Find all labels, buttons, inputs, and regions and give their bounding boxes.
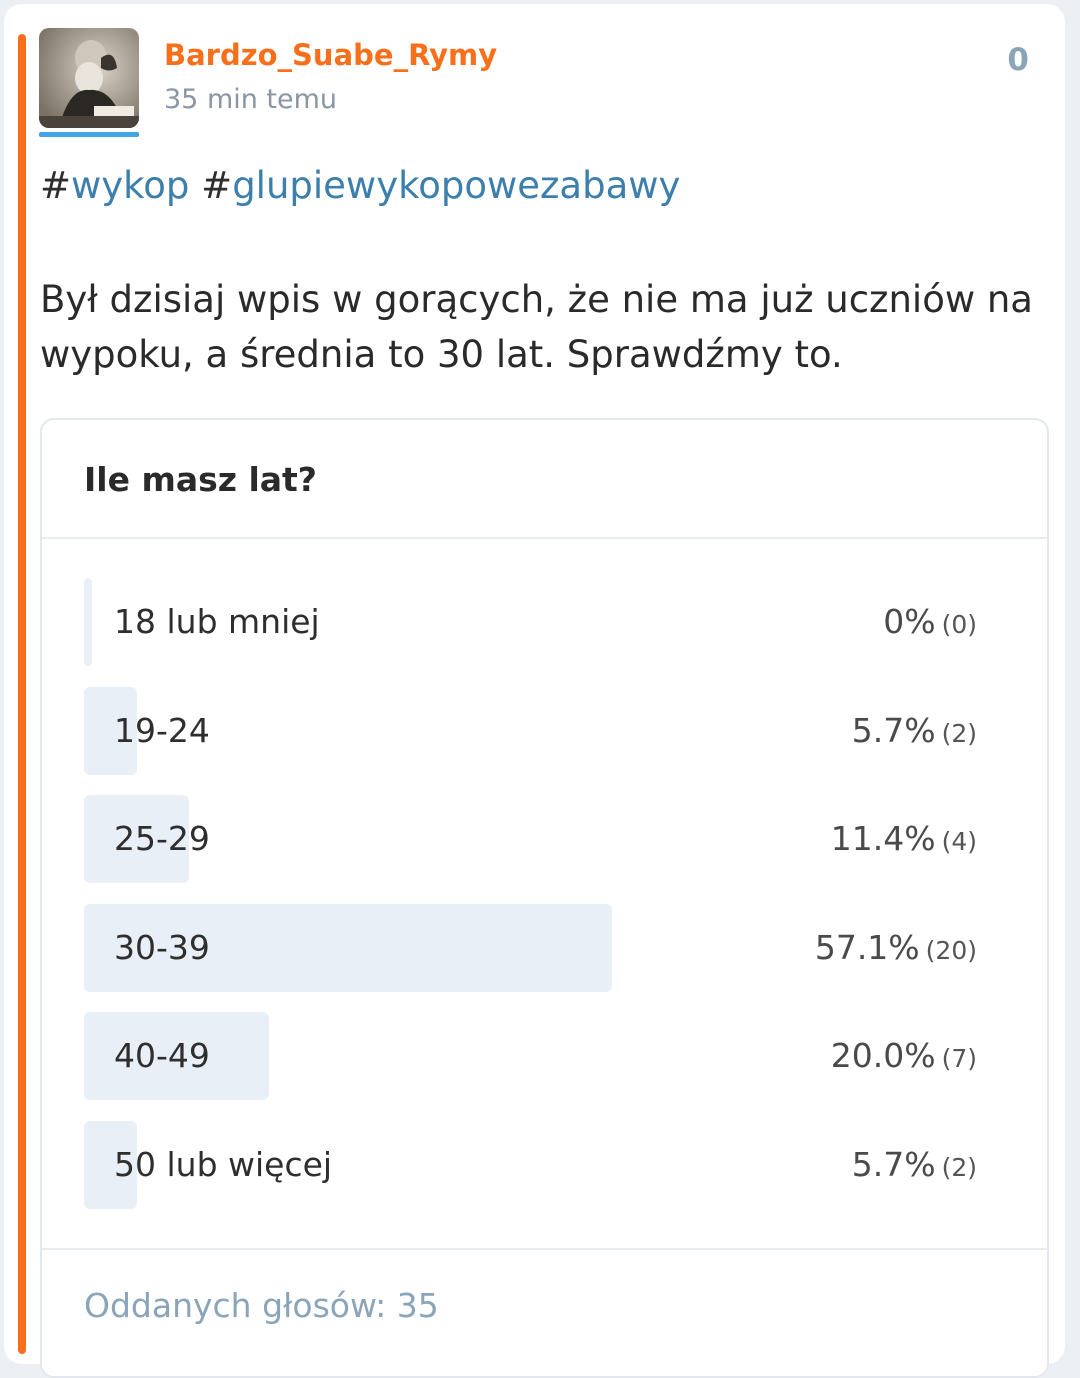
poll-option-count: (20) [925, 935, 977, 965]
poll-option-label: 19-24 [114, 710, 210, 750]
poll-option-label: 18 lub mniej [114, 602, 320, 641]
poll-option-count: (7) [941, 1044, 977, 1073]
poll-option[interactable]: 30-39 57.1% (20) [84, 903, 977, 992]
poll-question: Ile masz lat? [84, 460, 317, 499]
poll-option-label: 30-39 [114, 927, 210, 967]
poll-total-votes: Oddanych głosów: 35 [84, 1286, 439, 1325]
tag-glupiewykopowezabawy[interactable]: #glupiewykopowezabawy [201, 164, 680, 207]
poll-option-result: 5.7% (2) [852, 711, 977, 750]
poll-option-count: (2) [941, 718, 977, 748]
poll-option[interactable]: 40-49 20.0% (7) [84, 1012, 977, 1100]
entry-card: Bardzo_Suabe_Rymy 35 min temu 0 #wykop #… [4, 4, 1065, 1378]
tag-line: #wykop #glupiewykopowezabawy [40, 164, 680, 207]
poll-option-result: 20.0% (7) [831, 1036, 977, 1075]
avatar-status-bar [39, 132, 139, 137]
poll-option[interactable]: 50 lub więcej 5.7% (2) [84, 1120, 977, 1209]
username-link[interactable]: Bardzo_Suabe_Rymy [164, 38, 497, 72]
poll-box: Ile masz lat? 18 lub mniej 0% (0) 19-24 5.7%… [40, 418, 1049, 1378]
poll-option-percent: 20.0% [830, 1036, 936, 1075]
tag-wykop[interactable]: #wykop [40, 164, 189, 207]
poll-option-percent: 5.7% [851, 710, 936, 750]
poll-option-count: (4) [941, 827, 977, 856]
poll-option[interactable]: 25-29 11.4% (4) [84, 795, 977, 883]
poll-option-label: 25-29 [114, 819, 210, 858]
avatar-image [39, 28, 139, 128]
poll-option-label: 50 lub więcej [114, 1144, 333, 1184]
poll-option-percent: 0% [883, 602, 936, 641]
poll-option[interactable]: 18 lub mniej 0% (0) [84, 578, 977, 666]
poll-option-bar [84, 578, 92, 666]
poll-option-result: 0% (0) [883, 602, 977, 641]
poll-option-percent: 5.7% [851, 1144, 936, 1184]
poll-option-result: 11.4% (4) [831, 819, 977, 858]
post-timestamp[interactable]: 35 min temu [164, 84, 337, 115]
poll-option-result: 5.7% (2) [852, 1145, 977, 1184]
entry-body: Był dzisiaj wpis w gorących, że nie ma j… [40, 278, 1033, 376]
poll-divider [42, 537, 1047, 539]
avatar[interactable] [39, 28, 139, 128]
poll-option-label: 40-49 [114, 1036, 210, 1075]
vote-counter[interactable]: 0 [1007, 42, 1029, 78]
poll-option[interactable]: 19-24 5.7% (2) [84, 686, 977, 775]
poll-option-count: (2) [941, 1152, 977, 1182]
poll-option-percent: 57.1% [814, 927, 920, 967]
poll-option-result: 57.1% (20) [815, 928, 977, 967]
poll-option-count: (0) [941, 610, 977, 639]
new-entry-indicator [18, 34, 26, 1354]
poll-option-percent: 11.4% [830, 819, 936, 858]
poll-divider [42, 1248, 1047, 1250]
